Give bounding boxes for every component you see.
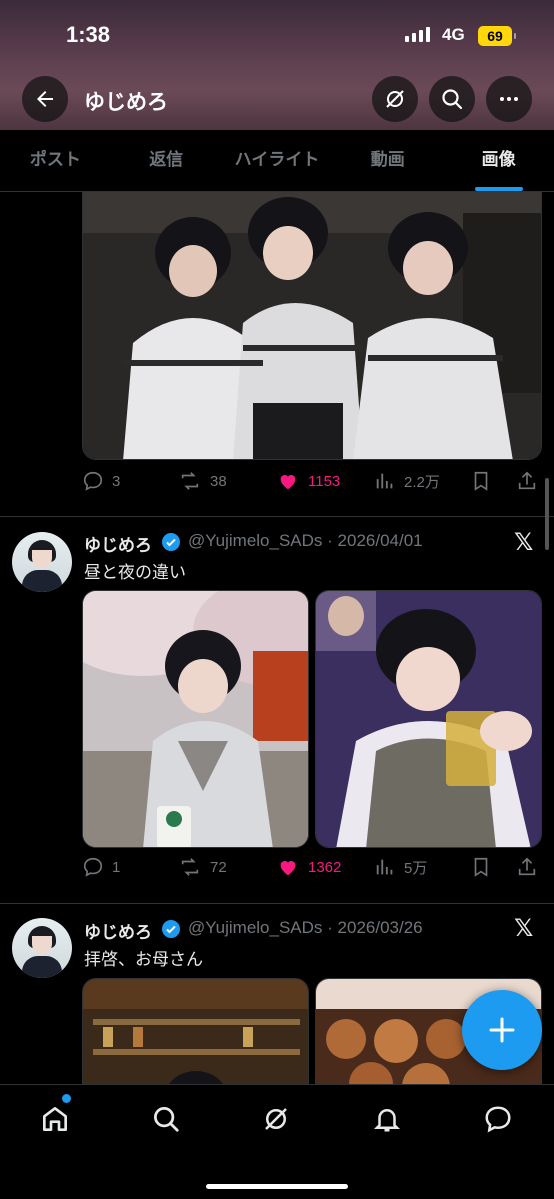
- views-button[interactable]: 5万: [374, 856, 427, 878]
- post-author-name[interactable]: ゆじめろ: [84, 918, 152, 943]
- tab-highlights[interactable]: ハイライト: [222, 130, 333, 191]
- heart-filled-icon: [280, 861, 296, 876]
- notification-dot: [62, 1094, 71, 1103]
- post-handle-date[interactable]: @Yujimelo_SADs · 2026/03/26: [188, 918, 423, 938]
- share-icon: [518, 857, 536, 876]
- compose-post-button[interactable]: [462, 990, 542, 1070]
- tab-images[interactable]: 画像: [443, 130, 554, 191]
- views-button[interactable]: 2.2万: [374, 470, 440, 492]
- plus-icon: [489, 1017, 515, 1043]
- post-photo[interactable]: [82, 978, 309, 1084]
- profile-tabs: ポスト 返信 ハイライト 動画 画像: [0, 130, 554, 192]
- avatar[interactable]: [12, 918, 72, 978]
- avatar[interactable]: [12, 532, 72, 592]
- search-button[interactable]: [429, 76, 475, 122]
- post-photo-night[interactable]: [315, 590, 542, 848]
- back-button[interactable]: [22, 76, 68, 122]
- grok-button[interactable]: [372, 76, 418, 122]
- search-icon: [442, 89, 463, 110]
- like-button[interactable]: 1153: [276, 470, 340, 492]
- repost-icon: [181, 472, 199, 490]
- like-count: 1362: [308, 858, 342, 876]
- page-title: ゆじめろ: [84, 91, 168, 114]
- like-button[interactable]: 1362: [276, 856, 341, 878]
- bookmark-button[interactable]: [470, 470, 492, 492]
- post-photo[interactable]: [82, 192, 542, 460]
- reply-count: 3: [112, 472, 121, 490]
- views-count: 2.2万: [404, 473, 440, 491]
- share-button[interactable]: [516, 856, 538, 878]
- post-actions: 1 72 1362 5万: [82, 856, 542, 886]
- bottom-navigation: [0, 1084, 554, 1199]
- share-button[interactable]: [516, 470, 538, 492]
- repost-button[interactable]: 72: [178, 856, 227, 878]
- repost-button[interactable]: 38: [178, 470, 227, 492]
- nav-grok[interactable]: [256, 1099, 296, 1139]
- verified-badge-icon: [162, 920, 180, 938]
- bookmark-icon: [474, 471, 488, 491]
- profile-header-banner: 1:38 4G 69 ゆじめろ: [0, 0, 554, 130]
- analytics-icon: [376, 859, 393, 875]
- arrow-left-icon: [37, 91, 53, 107]
- verified-badge-icon: [162, 533, 180, 551]
- like-count: 1153: [308, 472, 341, 490]
- x-logo-icon: 𝕏: [514, 915, 534, 942]
- grok-icon: [386, 90, 404, 108]
- more-button[interactable]: [486, 76, 532, 122]
- tab-posts[interactable]: ポスト: [0, 130, 111, 191]
- tab-videos[interactable]: 動画: [332, 130, 443, 191]
- message-icon: [485, 1106, 511, 1133]
- reply-button[interactable]: 3: [82, 470, 120, 492]
- repost-count: 72: [210, 858, 227, 876]
- nav-home[interactable]: [35, 1099, 75, 1139]
- photo-three-people: [83, 192, 541, 459]
- nav-search[interactable]: [146, 1099, 186, 1139]
- post-divider: [0, 516, 554, 517]
- reply-icon: [83, 857, 103, 877]
- search-icon: [154, 1107, 179, 1132]
- analytics-icon: [376, 473, 393, 489]
- photo-night-drink: [316, 591, 541, 847]
- post-actions: 3 38 1153 2.2万: [82, 470, 542, 500]
- repost-icon: [181, 858, 199, 876]
- tab-replies[interactable]: 返信: [111, 130, 222, 191]
- scrollbar[interactable]: [545, 478, 549, 550]
- status-time: 1:38: [66, 22, 111, 47]
- reply-button[interactable]: 1: [82, 856, 120, 878]
- repost-count: 38: [210, 472, 227, 490]
- photo-poster-bar: [83, 979, 308, 1084]
- more-icon: [500, 97, 518, 101]
- post-divider: [0, 903, 554, 904]
- home-icon: [43, 1107, 67, 1131]
- bookmark-button[interactable]: [470, 856, 492, 878]
- heart-filled-icon: [280, 475, 296, 490]
- share-icon: [518, 471, 536, 490]
- photo-cherry-blossom: [83, 591, 308, 847]
- x-logo-icon: 𝕏: [514, 529, 534, 556]
- bell-icon: [373, 1109, 401, 1132]
- post-handle-date[interactable]: @Yujimelo_SADs · 2026/04/01: [188, 531, 423, 551]
- post-photo-day[interactable]: [82, 590, 309, 848]
- reply-icon: [83, 471, 103, 491]
- grok-icon: [265, 1108, 287, 1130]
- reply-count: 1: [112, 858, 121, 876]
- signal-icon: [405, 27, 430, 42]
- bookmark-icon: [474, 857, 488, 877]
- nav-notifications[interactable]: [367, 1099, 407, 1139]
- post-text: 拝啓、お母さん: [84, 950, 203, 969]
- nav-messages[interactable]: [478, 1099, 518, 1139]
- battery-icon: 69: [478, 26, 516, 46]
- home-indicator: [206, 1184, 348, 1189]
- views-count: 5万: [404, 859, 428, 877]
- network-type: 4G: [442, 25, 465, 44]
- post-text: 昼と夜の違い: [84, 563, 186, 582]
- status-bar: 1:38 4G 69: [0, 0, 554, 70]
- post-author-name[interactable]: ゆじめろ: [84, 531, 152, 556]
- media-feed[interactable]: 3 38 1153 2.2万 ゆじめろ @Yujimelo_SADs · 202…: [0, 192, 554, 1084]
